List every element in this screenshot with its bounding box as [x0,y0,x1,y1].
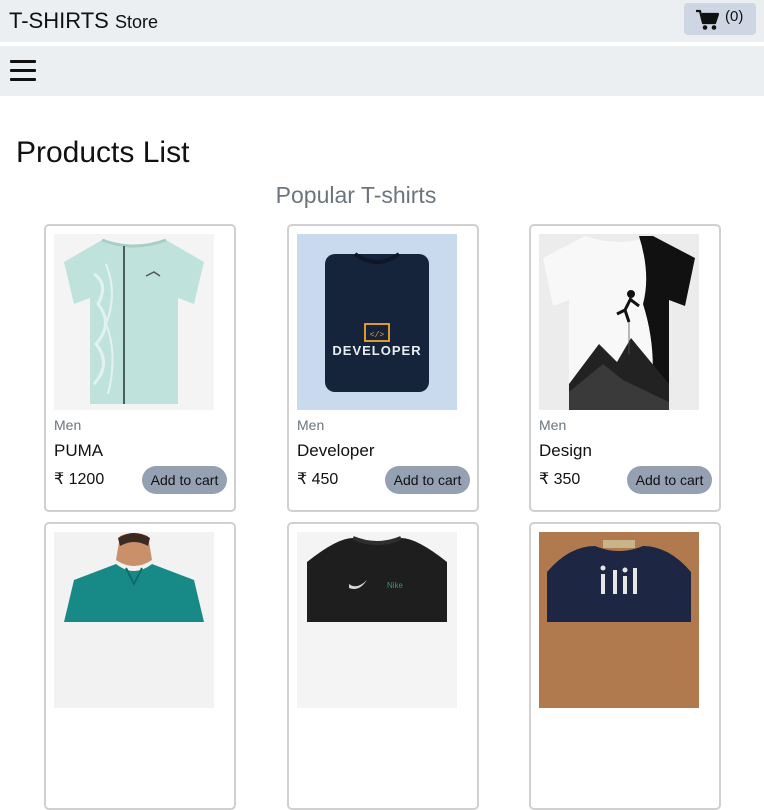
product-category: Men [539,417,567,433]
page-title: Products List [16,136,190,169]
product-image[interactable] [54,532,214,708]
add-to-cart-button[interactable]: Add to cart [627,466,712,494]
add-to-cart-button[interactable]: Add to cart [385,466,470,494]
product-price: ₹ 350 [539,471,581,488]
brand-title: T-SHIRTS [9,8,109,33]
product-category: Men [54,417,82,433]
brand-subtitle: Store [114,12,158,32]
svg-text:DEVELOPER: DEVELOPER [332,343,421,358]
product-image[interactable]: Nike [297,532,457,708]
section-subtitle: Popular T-shirts [275,182,437,208]
svg-text:</>: </> [370,331,385,340]
product-image[interactable]: </> DEVELOPER [297,234,457,410]
add-to-cart-button[interactable]: Add to cart [142,466,227,494]
tshirt-image [539,234,699,410]
product-name[interactable]: PUMA [54,441,103,461]
tshirt-image: Nike [297,532,457,708]
tshirt-image [539,532,699,708]
product-card[interactable]: </> DEVELOPER Men Developer ₹ 450 Add to… [287,224,479,512]
product-image[interactable] [539,532,699,708]
product-card[interactable]: Nike [287,522,479,810]
svg-text:Nike: Nike [387,581,404,590]
product-price: ₹ 450 [297,471,339,488]
product-name[interactable]: Design [539,441,592,461]
tshirt-image [54,532,214,708]
product-price: ₹ 1200 [54,471,105,488]
shopping-cart-icon [696,9,720,30]
product-category: Men [297,417,325,433]
hamburger-menu-icon[interactable] [10,60,37,82]
brand[interactable]: T-SHIRTS Store [9,8,158,34]
tshirt-image: </> DEVELOPER [297,234,457,410]
tshirt-image [54,234,214,410]
product-image[interactable] [539,234,699,410]
product-card[interactable]: Men PUMA ₹ 1200 Add to cart [44,224,236,512]
cart-count: (0) [725,8,744,25]
product-image[interactable] [54,234,214,410]
product-card[interactable]: Men Design ₹ 350 Add to cart [529,224,721,512]
cart-button[interactable]: (0) [684,3,756,35]
nav-bar [0,46,764,96]
product-name[interactable]: Developer [297,441,375,461]
product-card[interactable] [529,522,721,810]
product-card[interactable] [44,522,236,810]
top-header: T-SHIRTS Store (0) [0,0,764,42]
